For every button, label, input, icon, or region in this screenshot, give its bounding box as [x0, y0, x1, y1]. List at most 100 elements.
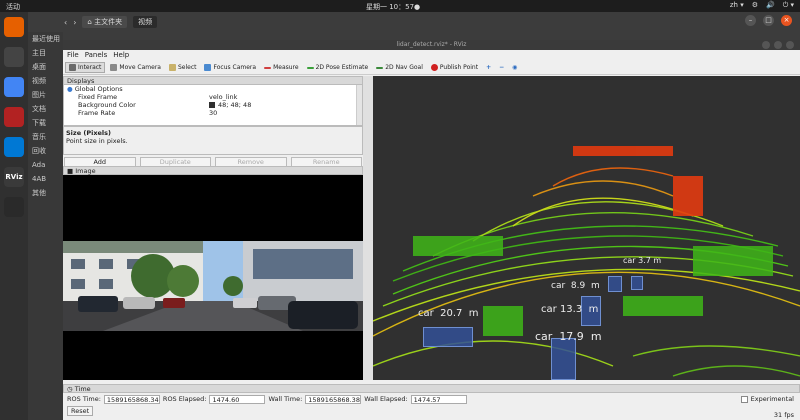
volume-icon[interactable]: 🔊: [766, 1, 775, 10]
experimental-checkbox[interactable]: Experimental: [740, 395, 794, 403]
sidebar-item[interactable]: 最近使用: [28, 32, 63, 46]
move-camera-icon: [110, 64, 118, 71]
detection-label: car 13.3 m: [541, 304, 599, 315]
rviz-titlebar[interactable]: lidar_detect.rviz* - RViz: [63, 40, 800, 50]
tool-label: Move Camera: [119, 64, 161, 71]
tree-label: Frame Rate: [78, 109, 116, 117]
sidebar-item[interactable]: 下载: [28, 116, 63, 130]
tool-interact[interactable]: Interact: [65, 62, 106, 73]
sidebar-item[interactable]: 视频: [28, 74, 63, 88]
time-panel: ◷ Time ROS Time: 1589165868.34 ROS Elaps…: [63, 384, 800, 420]
menu-file[interactable]: File: [67, 50, 79, 61]
ros-elapsed-field[interactable]: 1474.60: [209, 394, 266, 404]
pose-estimate-icon: [306, 66, 314, 69]
terminal-icon[interactable]: [4, 107, 24, 127]
property-description: Size (Pixels) Point size in pixels.: [63, 126, 363, 155]
input-method-indicator[interactable]: zh ▾: [730, 1, 744, 10]
tool-camera-type[interactable]: ◉: [509, 63, 520, 72]
dock: RViz: [0, 12, 28, 420]
reset-button[interactable]: Reset: [67, 406, 94, 416]
tool-publish-point[interactable]: Publish Point: [428, 63, 481, 72]
tree-label: Fixed Frame: [78, 93, 118, 101]
scrollbar[interactable]: [356, 85, 362, 125]
files-window-controls: – □ ×: [745, 15, 792, 26]
tree-row-global-options[interactable]: ● Global Options: [64, 85, 362, 93]
close-icon[interactable]: [786, 41, 794, 49]
minimize-icon[interactable]: [762, 41, 770, 49]
clock[interactable]: 星期一 10：57●: [366, 2, 420, 12]
tree-value[interactable]: velo_link: [209, 93, 237, 101]
panel-splitter[interactable]: [363, 76, 373, 380]
tool-focus-camera[interactable]: Focus Camera: [201, 63, 259, 72]
tree-value: 48; 48; 48: [218, 101, 252, 109]
tool-measure[interactable]: Measure: [261, 63, 302, 72]
rviz-icon[interactable]: RViz: [4, 167, 24, 187]
tool-remove[interactable]: −: [496, 63, 507, 72]
sidebar-item[interactable]: 4AB: [28, 172, 63, 186]
tool-select[interactable]: Select: [166, 63, 200, 72]
tool-add[interactable]: +: [483, 63, 494, 72]
image-panel-title: Image: [75, 167, 96, 175]
tool-move-camera[interactable]: Move Camera: [107, 63, 164, 72]
ros-time-field[interactable]: 1589165868.34: [103, 394, 160, 404]
sidebar-item[interactable]: 主目: [28, 46, 63, 60]
firefox-icon[interactable]: [4, 17, 24, 37]
video-player-icon[interactable]: [4, 197, 24, 217]
network-icon[interactable]: ⚙: [752, 1, 758, 10]
menu-help[interactable]: Help: [113, 50, 129, 61]
displays-header: Displays: [63, 76, 363, 85]
tree-row-frame-rate[interactable]: Frame Rate 30: [64, 109, 362, 117]
tool-nav-goal[interactable]: 2D Nav Goal: [373, 63, 426, 72]
tool-label: Focus Camera: [213, 64, 257, 71]
sidebar-item[interactable]: 其他: [28, 186, 63, 200]
window-title: lidar_detect.rviz* - RViz: [396, 41, 467, 48]
3d-view[interactable]: car 20.7 m car 13.3 m car 17.9 m car 8.9…: [373, 76, 800, 380]
checkbox-box[interactable]: [740, 395, 748, 403]
sidebar-item[interactable]: 文档: [28, 102, 63, 116]
tool-label: Publish Point: [439, 64, 479, 71]
detection-label: car 20.7 m: [418, 308, 479, 319]
back-icon[interactable]: ‹: [64, 18, 67, 27]
menu-panels[interactable]: Panels: [85, 50, 108, 61]
sidebar-item[interactable]: 回收: [28, 144, 63, 158]
camera-icon: ◉: [512, 64, 518, 71]
sidebar-item[interactable]: 音乐: [28, 130, 63, 144]
breadcrumb-current[interactable]: 视频: [133, 16, 158, 28]
tool-label: 2D Pose Estimate: [315, 64, 369, 71]
close-icon[interactable]: ×: [781, 15, 792, 26]
sidebar-item[interactable]: 桌面: [28, 60, 63, 74]
wall-time-label: Wall Time:: [268, 395, 303, 403]
chrome-icon[interactable]: [4, 77, 24, 97]
detection-box: [631, 276, 643, 290]
nav-goal-icon: [376, 66, 384, 69]
maximize-icon[interactable]: □: [763, 15, 774, 26]
detection-label: car 3.7 m: [623, 256, 662, 265]
sidebar-item[interactable]: 图片: [28, 88, 63, 102]
tree-label: Global Options: [74, 85, 123, 93]
panel-close-icon[interactable]: ■: [67, 167, 75, 175]
settings-icon[interactable]: [4, 47, 24, 67]
wall-elapsed-field[interactable]: 1474.57: [410, 394, 467, 404]
experimental-label: Experimental: [750, 395, 794, 403]
detection-box: [608, 276, 622, 292]
tool-label: Interact: [78, 64, 102, 71]
vscode-icon[interactable]: [4, 137, 24, 157]
detection-box: [423, 327, 473, 347]
system-top-bar: 活动 星期一 10：57● zh ▾ ⚙ 🔊 ⏻ ▾: [0, 0, 800, 12]
color-swatch[interactable]: [209, 102, 215, 108]
minimize-icon[interactable]: –: [745, 15, 756, 26]
maximize-icon[interactable]: [774, 41, 782, 49]
tree-row-background-color[interactable]: Background Color 48; 48; 48: [64, 101, 362, 109]
displays-tree: ● Global Options Fixed Frame velo_link Ba…: [63, 85, 363, 126]
rviz-window-controls: [762, 41, 794, 49]
wall-time-field[interactable]: 1589165868.38: [305, 394, 362, 404]
forward-icon[interactable]: ›: [73, 18, 76, 27]
activities-button[interactable]: 活动: [6, 2, 20, 12]
power-icon[interactable]: ⏻ ▾: [783, 1, 794, 10]
sidebar-item[interactable]: Adа: [28, 158, 63, 172]
system-tray[interactable]: zh ▾ ⚙ 🔊 ⏻ ▾: [730, 1, 794, 10]
tool-pose-estimate[interactable]: 2D Pose Estimate: [304, 63, 372, 72]
breadcrumb-home[interactable]: ⌂ 主文件夹: [82, 16, 128, 28]
focus-camera-icon: [204, 64, 212, 71]
tree-row-fixed-frame[interactable]: Fixed Frame velo_link: [64, 93, 362, 101]
